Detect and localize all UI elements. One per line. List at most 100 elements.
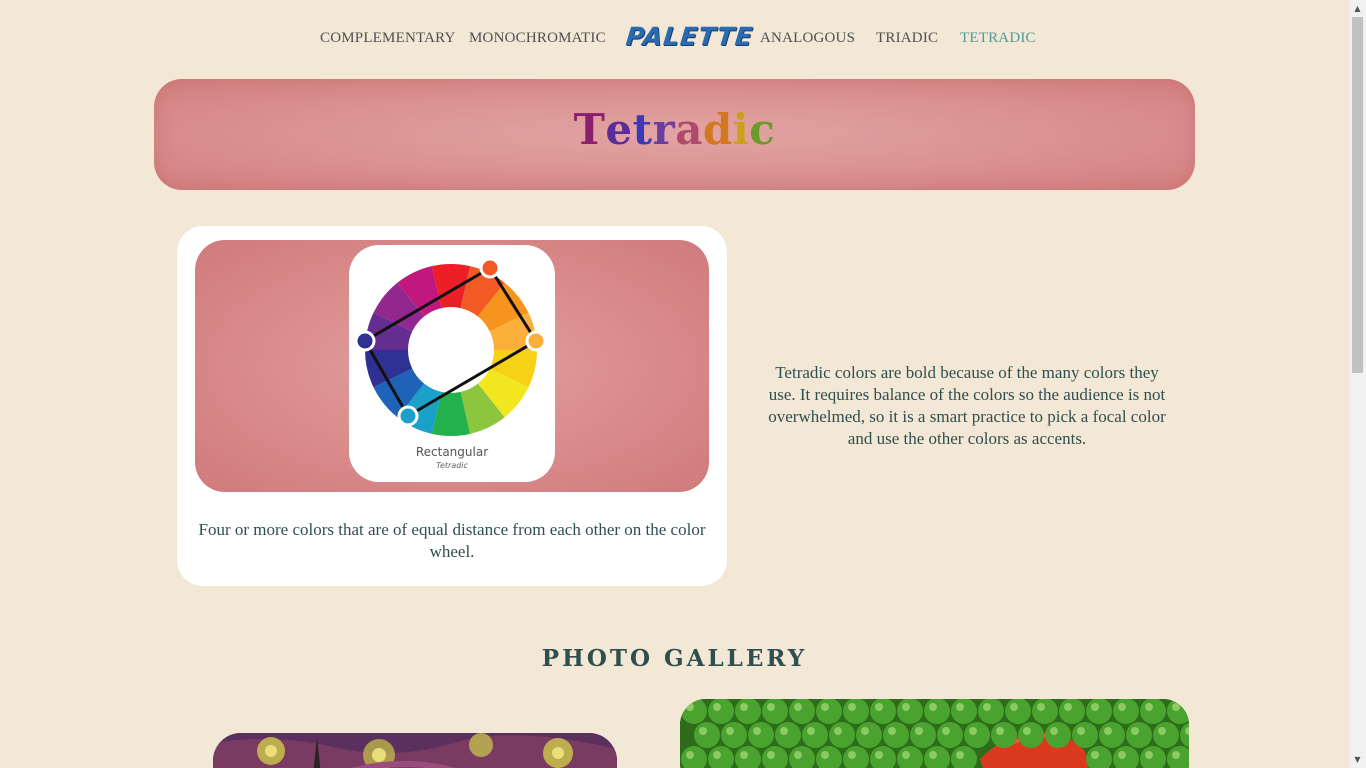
pea-highlight [794, 751, 802, 759]
pea-highlight [929, 751, 937, 759]
page-scrollbar[interactable]: ▲ ▼ [1349, 0, 1366, 768]
pea-highlight [1172, 703, 1180, 711]
site-logo[interactable]: PALETTE [624, 22, 754, 51]
card-image-panel: Rectangular Tetradic [195, 240, 709, 492]
scroll-up-arrow-icon[interactable]: ▲ [1349, 0, 1366, 17]
pea [883, 722, 909, 748]
pea [870, 699, 896, 724]
pea-highlight [807, 727, 815, 735]
pea [937, 722, 963, 748]
description-text: Tetradic colors are bold because of the … [768, 363, 1166, 448]
peas-image [680, 699, 1189, 768]
pea [924, 699, 950, 724]
pea [951, 699, 977, 724]
pea [681, 699, 707, 724]
pea-highlight [1104, 727, 1112, 735]
pea-highlight [1064, 703, 1072, 711]
pea-highlight [1145, 703, 1153, 711]
pea-highlight [956, 751, 964, 759]
scroll-down-arrow-icon[interactable]: ▼ [1349, 751, 1366, 768]
pea [775, 722, 801, 748]
title-letter: d [702, 105, 733, 154]
page-title: Tetradic [154, 105, 1195, 154]
scrollbar-thumb[interactable] [1352, 17, 1363, 373]
definition-card: Rectangular Tetradic Four or more colors… [177, 226, 727, 586]
pea-highlight [767, 751, 775, 759]
pea-highlight [915, 727, 923, 735]
pea-highlight [740, 751, 748, 759]
pea [1072, 722, 1098, 748]
title-letter: i [732, 105, 750, 154]
pea-highlight [740, 703, 748, 711]
pea-highlight [875, 751, 883, 759]
pea-highlight [861, 727, 869, 735]
pea [1113, 699, 1139, 724]
pea-highlight [834, 727, 842, 735]
top-nav: COMPLEMENTARY MONOCHROMATIC PALETTE ANAL… [0, 0, 1349, 78]
pea [1099, 722, 1125, 748]
pea-highlight [902, 703, 910, 711]
wheel-marker [479, 257, 501, 279]
pea-highlight [1037, 703, 1045, 711]
nav-link-monochromatic[interactable]: MONOCHROMATIC [469, 30, 606, 47]
pea-highlight [1118, 751, 1126, 759]
pea-highlight [1050, 727, 1058, 735]
wheel-marker [397, 405, 419, 427]
pea-highlight [929, 703, 937, 711]
pea-highlight [767, 703, 775, 711]
pea-highlight [686, 751, 694, 759]
pea-highlight [956, 703, 964, 711]
nav-link-tetradic[interactable]: TETRADIC [960, 30, 1036, 47]
pea-highlight [1091, 751, 1099, 759]
pea-highlight [1131, 727, 1139, 735]
pea-highlight [875, 703, 883, 711]
color-wheel-icon [354, 257, 547, 436]
pea [843, 699, 869, 724]
pea-highlight [1091, 703, 1099, 711]
pea [978, 699, 1004, 724]
pea-highlight [726, 727, 734, 735]
pea-highlight [1145, 751, 1153, 759]
pea [802, 722, 828, 748]
nav-link-triadic[interactable]: TRIADIC [876, 30, 938, 47]
pea-highlight [713, 703, 721, 711]
pea-highlight [821, 751, 829, 759]
pea [897, 699, 923, 724]
pea [1126, 722, 1152, 748]
pea-highlight [1158, 727, 1166, 735]
pea [816, 699, 842, 724]
hero-banner: Tetradic [154, 79, 1195, 190]
pea [829, 722, 855, 748]
pea-highlight [1023, 727, 1031, 735]
pea-highlight [888, 727, 896, 735]
pea [789, 699, 815, 724]
nav-link-complementary[interactable]: COMPLEMENTARY [320, 30, 456, 47]
color-wheel-diagram: Rectangular Tetradic [349, 245, 555, 482]
pea [1140, 699, 1166, 724]
nav-link-analogous[interactable]: ANALOGOUS [760, 30, 855, 47]
title-letter: c [749, 105, 776, 154]
pea [1018, 722, 1044, 748]
pea-highlight [699, 727, 707, 735]
gallery-photo-peas [680, 699, 1189, 768]
pea-highlight [1077, 727, 1085, 735]
gallery-title: PHOTO GALLERY [541, 645, 808, 672]
pea-highlight [686, 703, 694, 711]
pea-highlight [821, 703, 829, 711]
pea-highlight [848, 751, 856, 759]
pea-highlight [1118, 703, 1126, 711]
card-caption: Four or more colors that are of equal di… [198, 520, 706, 561]
pea [721, 722, 747, 748]
pea [991, 722, 1017, 748]
pea-highlight [996, 727, 1004, 735]
wheel-title: Rectangular [415, 445, 489, 459]
pea-highlight [942, 727, 950, 735]
gallery-photo-painting [213, 733, 617, 768]
pea [1059, 699, 1085, 724]
pea-highlight [753, 727, 761, 735]
wheel-marker [354, 330, 376, 352]
pea [1045, 722, 1071, 748]
painting-image [213, 733, 617, 768]
pea [708, 699, 734, 724]
pea [964, 722, 990, 748]
